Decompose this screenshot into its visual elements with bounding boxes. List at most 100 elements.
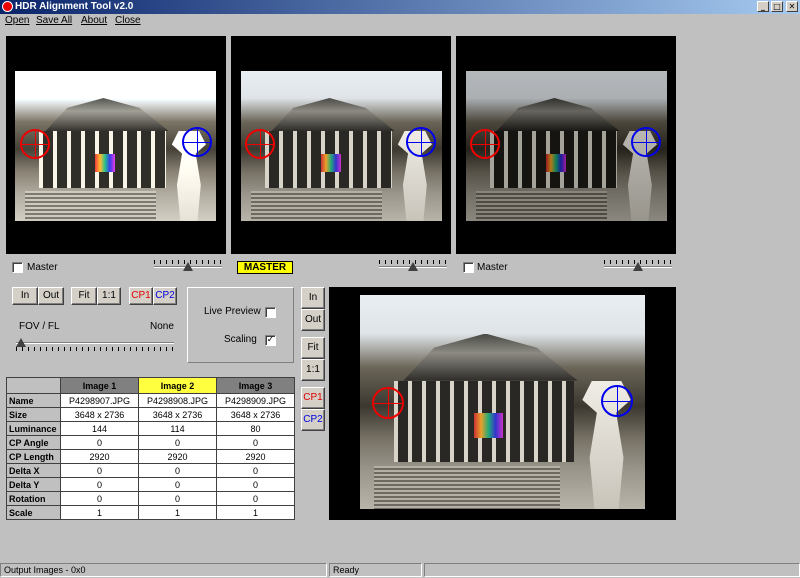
table-row: Rotation 0 0 0 [6, 491, 295, 506]
preview-panel[interactable] [329, 287, 676, 520]
row-label: Luminance [6, 421, 61, 436]
table-cell: 80 [216, 421, 295, 436]
preview-zoom-in-button[interactable]: In [301, 287, 325, 309]
table-cell: 0 [138, 463, 217, 478]
table-cell: 3648 x 2736 [60, 407, 139, 422]
status-output-size: Output Images - 0x0 [0, 563, 327, 577]
one-to-one-button[interactable]: 1:1 [97, 287, 121, 305]
live-preview-label: Live Preview [204, 306, 261, 317]
preview-cp1-button[interactable]: CP1 [301, 387, 325, 409]
table-cell: 1 [60, 505, 139, 520]
image-panel-1[interactable] [6, 36, 226, 254]
master-checkbox-3[interactable] [463, 262, 474, 273]
cp1-marker[interactable] [372, 387, 404, 419]
table-cell: 0 [138, 435, 217, 450]
cp1-marker[interactable] [470, 129, 500, 159]
zoom-in-button[interactable]: In [12, 287, 38, 305]
table-row: Delta Y000 [6, 477, 295, 492]
image-panel-2[interactable] [231, 36, 451, 254]
cp2-marker[interactable] [182, 127, 212, 157]
cp1-button[interactable]: CP1 [129, 287, 153, 305]
row-label: Rotation [6, 491, 61, 506]
row-label: CP Length [6, 449, 61, 464]
row-label: Name [6, 393, 61, 408]
zoom-out-button[interactable]: Out [38, 287, 64, 305]
table-row: CP Angle 0 0 0 [6, 435, 295, 450]
table-cell: 0 [216, 463, 295, 478]
menu-close[interactable]: Close [115, 15, 141, 26]
app-icon [2, 1, 13, 12]
exposure-slider-3[interactable] [604, 260, 672, 272]
table-cell: 0 [216, 435, 295, 450]
image-info-table: Image 1 Image 2 Image 3 Name P4298907.JPG… [6, 377, 295, 520]
status-state: Ready [329, 563, 422, 577]
cp2-marker[interactable] [601, 385, 633, 417]
column-header-image-1[interactable]: Image 1 [60, 377, 139, 394]
live-preview-checkbox[interactable] [265, 307, 276, 318]
table-cell: 0 [60, 463, 139, 478]
table-corner [6, 377, 61, 394]
table-cell: 3648 x 2736 [216, 407, 295, 422]
exposure-slider-1[interactable] [154, 260, 222, 272]
cp1-marker[interactable] [20, 129, 50, 159]
menu-bar: Open Save All About Close [0, 14, 800, 29]
table-cell: 3648 x 2736 [138, 407, 217, 422]
table-row: Delta X000 [6, 463, 295, 478]
master-label-1: Master [27, 262, 58, 273]
table-header-row: Image 1 Image 2 Image 3 [6, 377, 295, 394]
column-header-image-3[interactable]: Image 3 [216, 377, 295, 394]
restore-button[interactable]: □ [771, 1, 783, 12]
status-extra [424, 563, 800, 577]
preview-cp2-button[interactable]: CP2 [301, 409, 325, 431]
table-cell: 2920 [60, 449, 139, 464]
preview-fit-button[interactable]: Fit [301, 337, 325, 359]
row-label: Size [6, 407, 61, 422]
fov-slider[interactable] [16, 338, 174, 351]
close-window-button[interactable]: ✕ [786, 1, 798, 12]
scaling-checkbox[interactable]: ✓ [265, 335, 276, 346]
master-checkbox-1[interactable] [12, 262, 23, 273]
table-cell: P4298907.JPG [60, 393, 139, 408]
table-cell: P4298908.JPG [138, 393, 217, 408]
cp2-marker[interactable] [631, 127, 661, 157]
cp2-button[interactable]: CP2 [153, 287, 177, 305]
scaling-label: Scaling [224, 334, 257, 345]
table-cell: 114 [138, 421, 217, 436]
table-row: Name P4298907.JPG P4298908.JPG P4298909.JPG [6, 393, 295, 408]
menu-save-all[interactable]: Save All [36, 15, 72, 26]
table-row: Size 3648 x 2736 3648 x 2736 3648 x 2736 [6, 407, 295, 422]
fit-button[interactable]: Fit [71, 287, 97, 305]
table-cell: 0 [216, 491, 295, 506]
preview-one-to-one-button[interactable]: 1:1 [301, 359, 325, 381]
table-cell: 2920 [138, 449, 217, 464]
table-cell: 0 [216, 477, 295, 492]
row-label: Scale [6, 505, 61, 520]
preview-options-group: Live Preview Scaling ✓ [187, 287, 294, 363]
table-cell: 144 [60, 421, 139, 436]
image-panel-3[interactable] [456, 36, 676, 254]
table-cell: 0 [138, 477, 217, 492]
menu-about[interactable]: About [81, 15, 107, 26]
preview-zoom-out-button[interactable]: Out [301, 309, 325, 331]
minimize-button[interactable]: _ [757, 1, 769, 12]
table-cell: 2920 [216, 449, 295, 464]
fov-value: None [150, 321, 174, 332]
menu-open[interactable]: Open [5, 15, 29, 26]
row-label: Delta X [6, 463, 61, 478]
fov-label: FOV / FL [19, 321, 60, 332]
master-label-3: Master [477, 262, 508, 273]
cp2-marker[interactable] [406, 127, 436, 157]
table-row: CP Length 2920 2920 2920 [6, 449, 295, 464]
exposure-slider-2[interactable] [379, 260, 447, 272]
column-header-image-2[interactable]: Image 2 [138, 377, 217, 394]
row-label: CP Angle [6, 435, 61, 450]
table-row: Luminance 144 114 80 [6, 421, 295, 436]
cp1-marker[interactable] [245, 129, 275, 159]
table-cell: P4298909.JPG [216, 393, 295, 408]
table-row: Scale 1 1 1 [6, 505, 295, 520]
table-cell: 0 [60, 477, 139, 492]
master-badge: MASTER [237, 261, 293, 274]
table-cell: 1 [138, 505, 217, 520]
row-label: Delta Y [6, 477, 61, 492]
checkmark-icon: ✓ [266, 335, 275, 345]
